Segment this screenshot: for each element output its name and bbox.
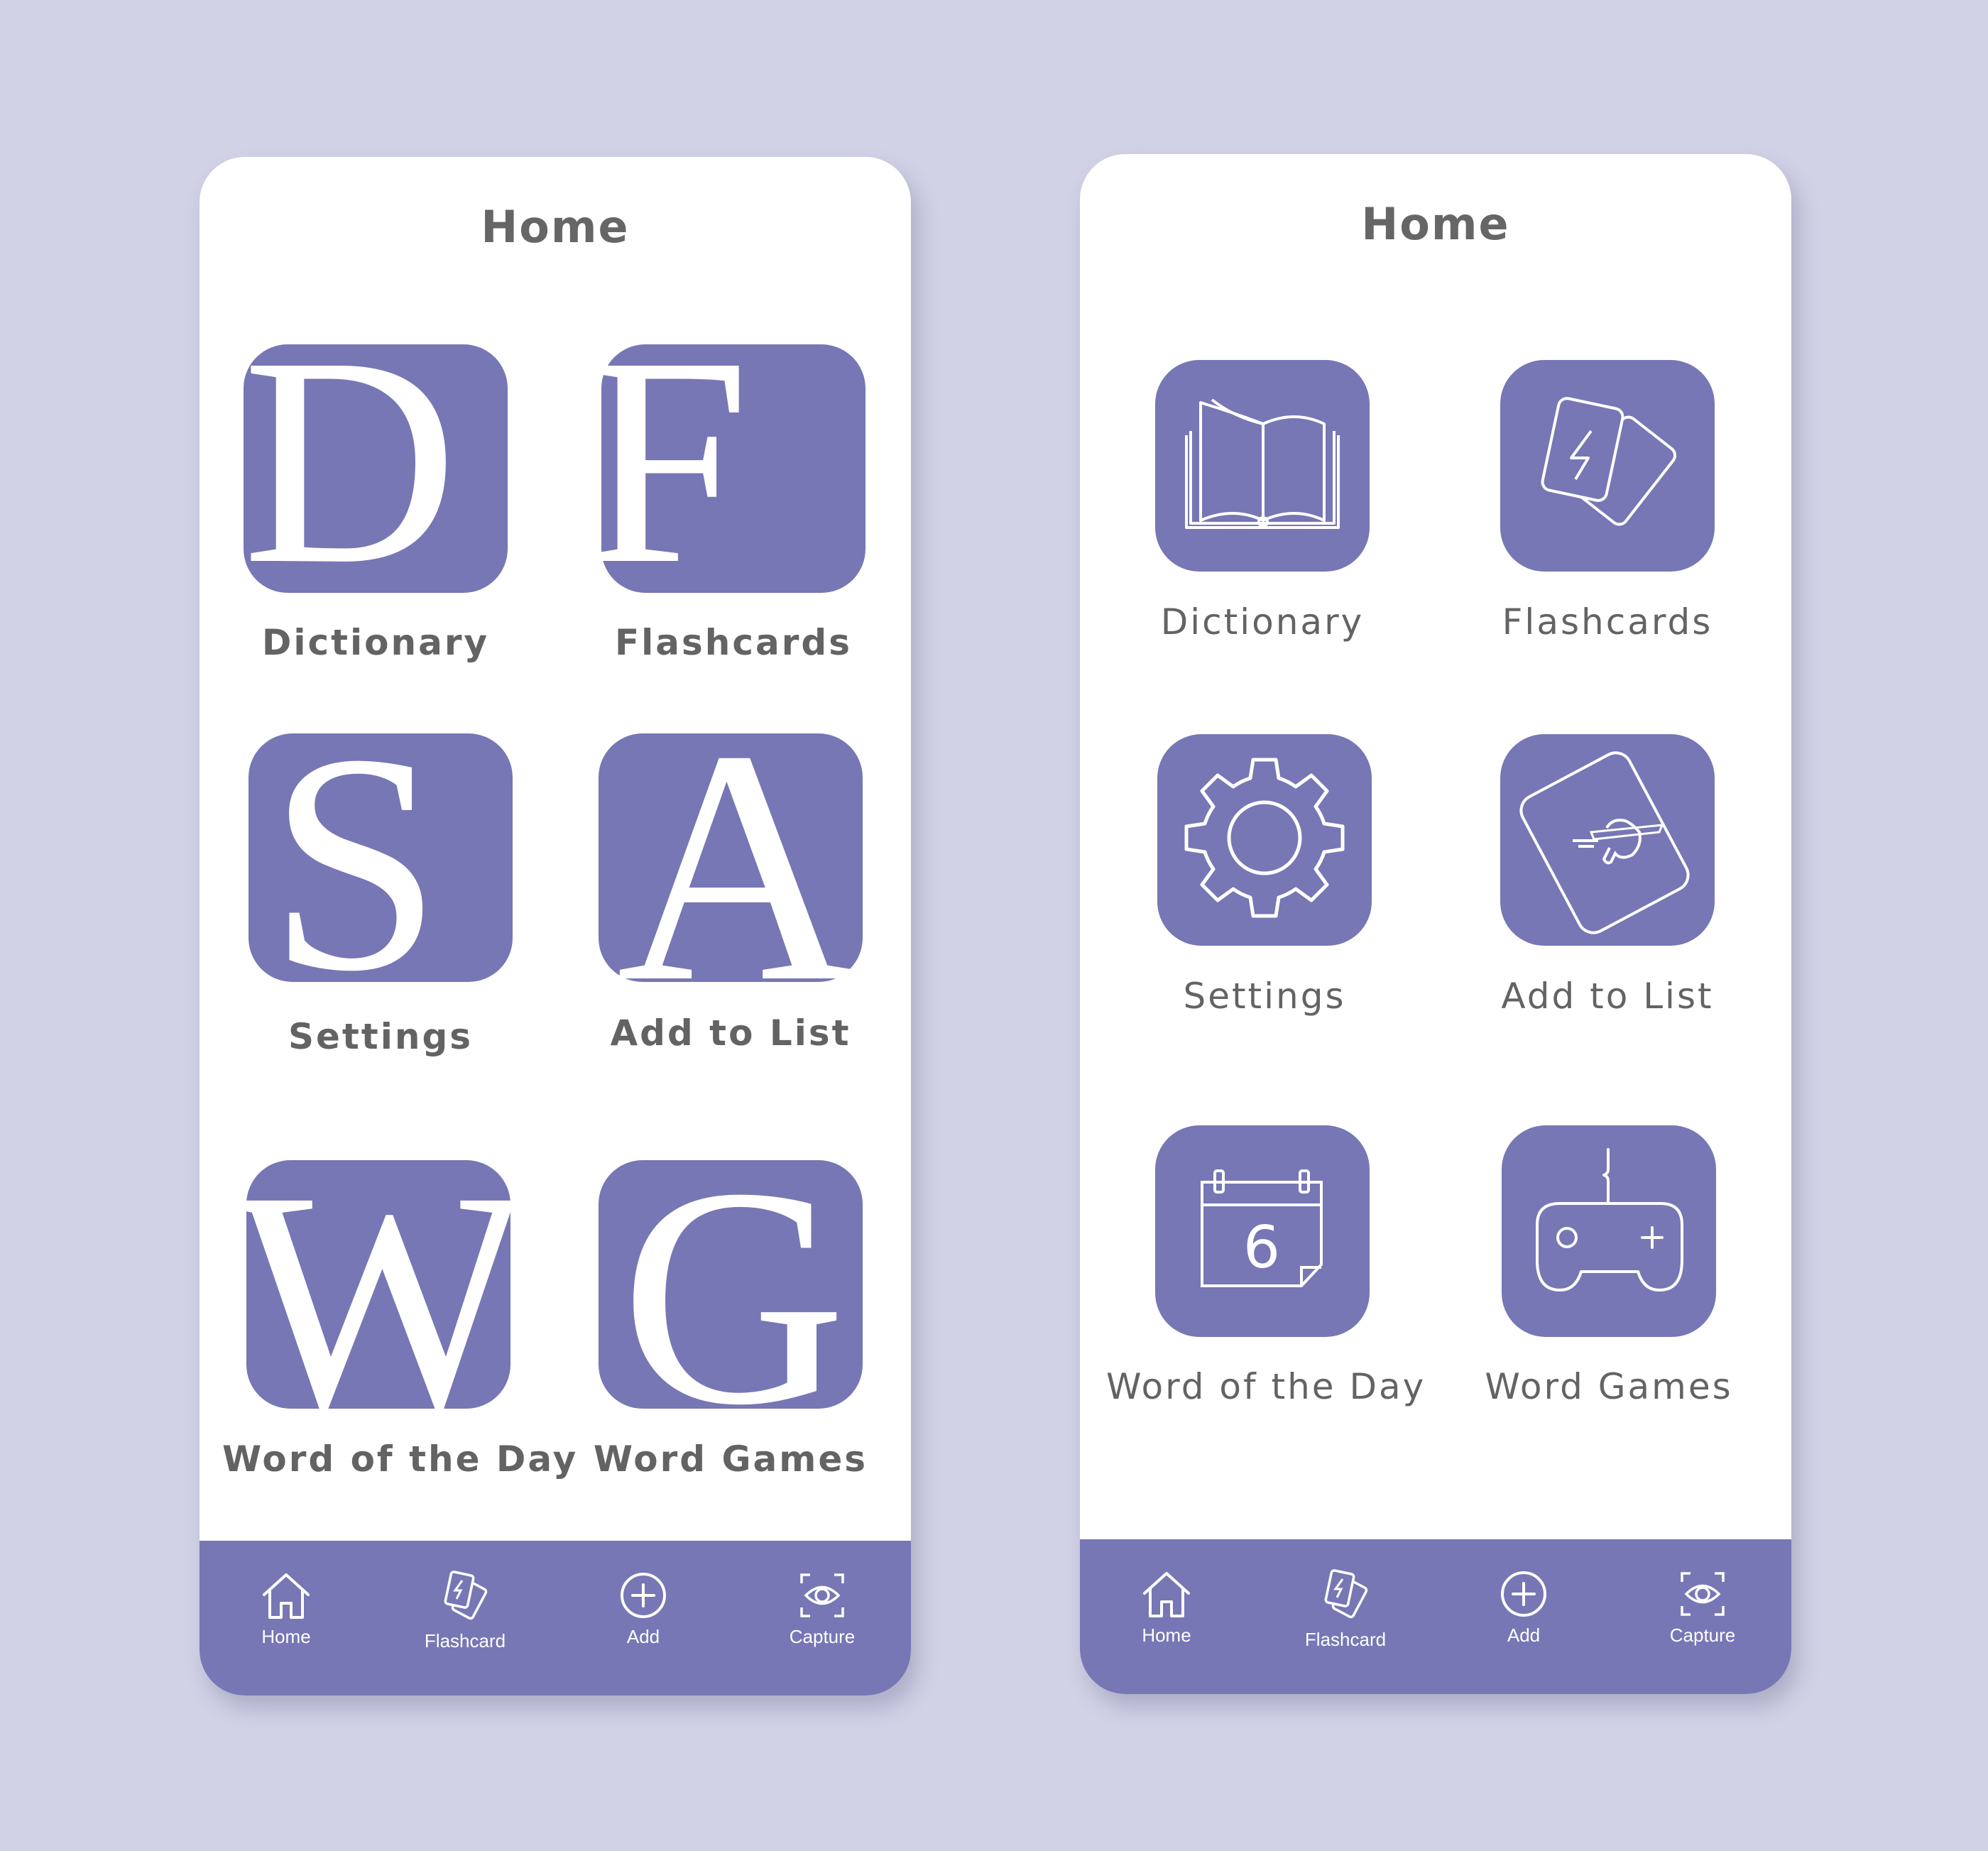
word-games-label[interactable]: Word Games: [574, 1438, 887, 1480]
settings-tile-button[interactable]: S: [248, 733, 513, 982]
word-games-tile-button[interactable]: G: [599, 1160, 863, 1409]
flashcards-tile-button[interactable]: [1500, 360, 1715, 572]
capture-eye-icon: [800, 1573, 844, 1617]
flashcards-label[interactable]: Flashcards: [577, 622, 890, 663]
add-circle-icon: [621, 1573, 666, 1618]
settings-label[interactable]: Settings: [1108, 976, 1421, 1017]
nav-add-button[interactable]: Add: [579, 1569, 707, 1648]
flashcard-icon: [1324, 1569, 1368, 1619]
word-of-the-day-label[interactable]: Word of the Day: [222, 1438, 576, 1480]
page-title: Home: [481, 201, 630, 253]
nav-add-label: Add: [1507, 1625, 1541, 1646]
home-icon: [263, 1573, 310, 1619]
bottom-navigation-bar: Home Flashcard Add Capture: [1080, 1539, 1791, 1694]
word-of-the-day-label[interactable]: Word of the Day: [1106, 1366, 1424, 1407]
word-of-the-day-tile-button[interactable]: 6: [1155, 1125, 1370, 1337]
nav-home-label: Home: [261, 1626, 311, 1647]
nav-capture-label: Capture: [1669, 1625, 1736, 1646]
nav-add-label: Add: [626, 1626, 660, 1647]
bottom-navigation-bar: Home Flashcard Add Capture: [200, 1541, 911, 1696]
add-to-list-letter-icon: A: [616, 733, 857, 982]
settings-letter-icon: S: [268, 733, 442, 982]
calendar-day-number: 6: [1243, 1214, 1280, 1282]
nav-capture-button[interactable]: Capture: [1639, 1568, 1766, 1647]
nav-flashcard-button[interactable]: Flashcard: [1282, 1568, 1409, 1651]
nav-capture-button[interactable]: Capture: [758, 1569, 886, 1648]
dictionary-tile-button[interactable]: [1155, 360, 1370, 572]
flashcard-icon: [444, 1571, 488, 1620]
word-games-label[interactable]: Word Games: [1453, 1366, 1765, 1407]
add-to-list-tile-button[interactable]: [1500, 734, 1715, 946]
phone-screen-letter-style: Home D Dictionary F Flashcards S Setting…: [200, 157, 911, 1696]
word-of-the-day-tile-button[interactable]: W: [246, 1160, 510, 1409]
dictionary-tile-button[interactable]: D: [244, 344, 508, 593]
nav-flashcard-button[interactable]: Flashcard: [401, 1569, 529, 1652]
nav-flashcard-label: Flashcard: [424, 1630, 506, 1651]
settings-tile-button[interactable]: [1157, 734, 1372, 946]
add-circle-icon: [1501, 1571, 1546, 1617]
add-to-list-tile-button[interactable]: A: [599, 733, 863, 982]
nav-home-button[interactable]: Home: [1103, 1568, 1230, 1647]
add-to-list-label[interactable]: Add to List: [1451, 976, 1764, 1017]
flashcards-label[interactable]: Flashcards: [1451, 601, 1764, 643]
nav-flashcard-label: Flashcard: [1304, 1629, 1387, 1650]
flashcards-letter-icon: F: [601, 344, 750, 593]
settings-label[interactable]: Settings: [224, 1016, 537, 1057]
dictionary-label[interactable]: Dictionary: [1106, 601, 1419, 643]
nav-home-button[interactable]: Home: [222, 1569, 350, 1648]
nav-home-label: Home: [1142, 1625, 1191, 1646]
flashcards-tile-button[interactable]: F: [601, 344, 865, 593]
capture-eye-icon: [1681, 1572, 1725, 1616]
dictionary-label[interactable]: Dictionary: [219, 622, 532, 663]
page-title: Home: [1361, 198, 1510, 250]
nav-add-button[interactable]: Add: [1460, 1568, 1588, 1647]
word-games-tile-button[interactable]: [1502, 1125, 1716, 1337]
add-to-list-label[interactable]: Add to List: [574, 1012, 887, 1054]
word-games-letter-icon: G: [621, 1160, 846, 1409]
dictionary-letter-icon: D: [244, 344, 458, 593]
word-of-the-day-letter-icon: W: [246, 1160, 510, 1409]
home-icon: [1143, 1572, 1190, 1617]
phone-screen-icon-style: Home Dictionary Flashcards Settings Add …: [1080, 154, 1791, 1694]
nav-capture-label: Capture: [789, 1626, 856, 1647]
